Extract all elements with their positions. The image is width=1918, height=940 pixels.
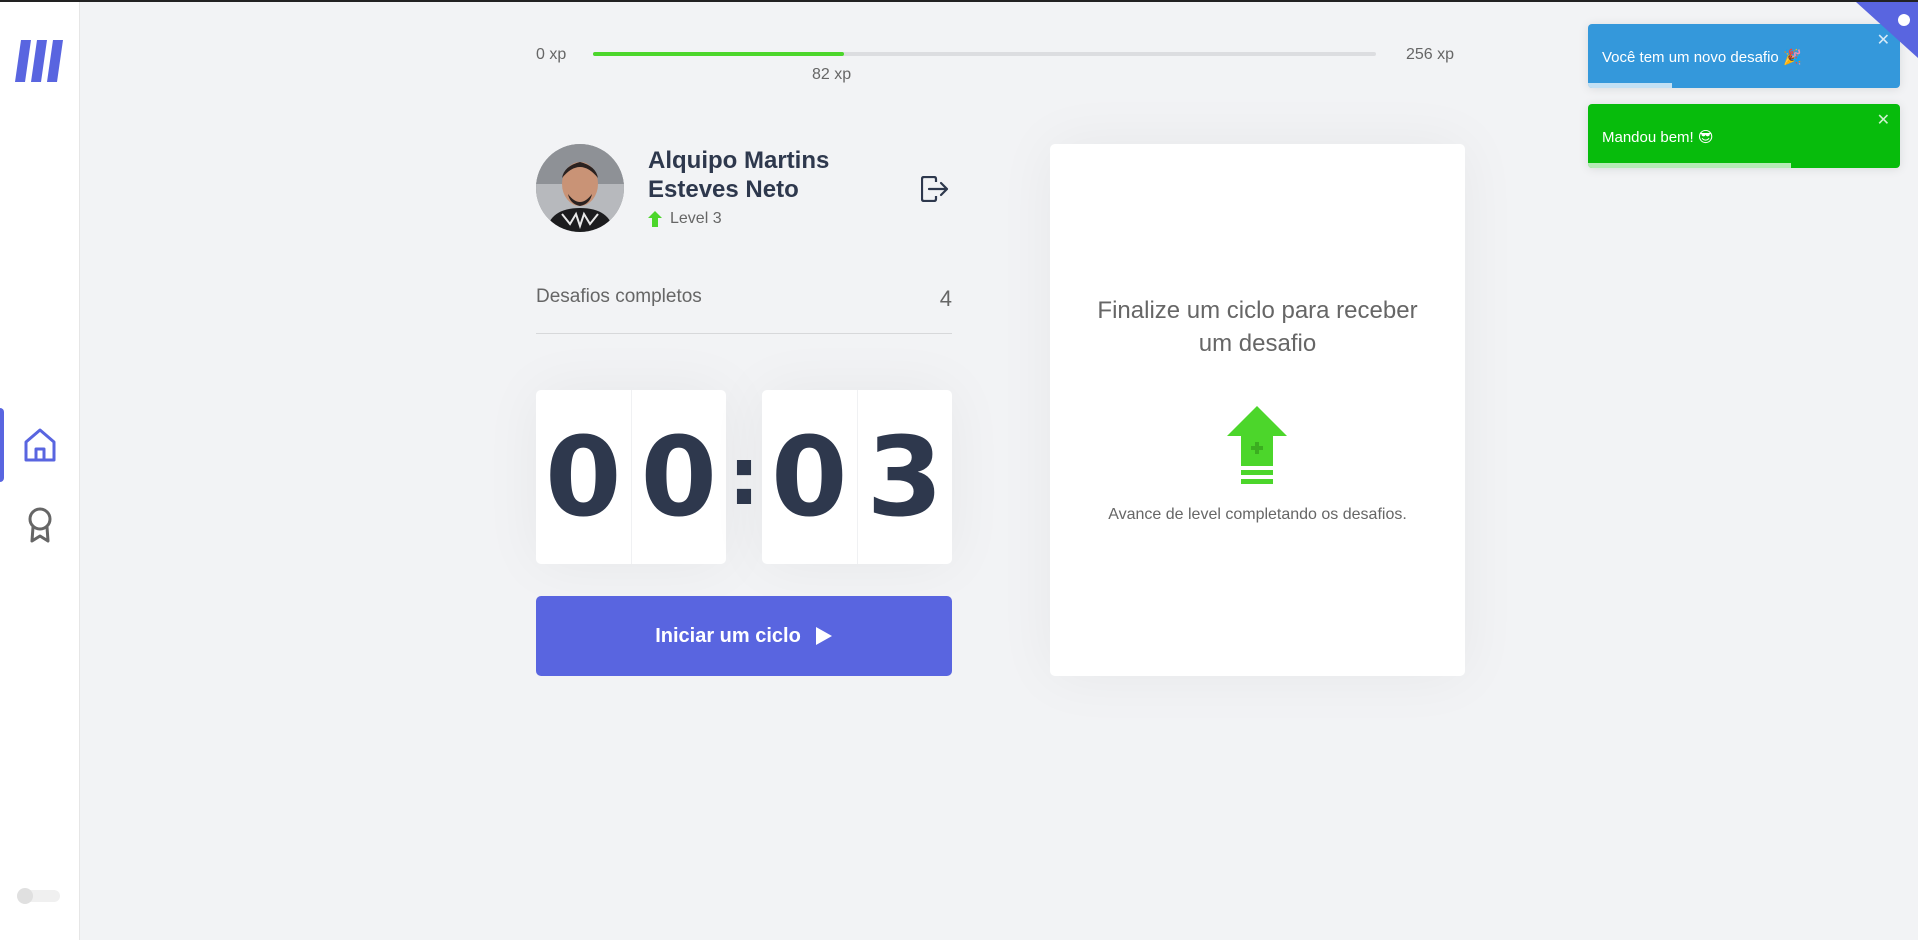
seconds-group: 0 3 — [762, 390, 952, 564]
xp-track — [593, 52, 1376, 56]
second-digit: 0 — [770, 413, 848, 541]
theme-toggle[interactable] — [17, 888, 60, 904]
minute-digit: 0 — [630, 390, 727, 564]
toast-new-challenge[interactable]: Você tem um novo desafio 🎉 ✕ — [1588, 24, 1900, 88]
active-indicator — [0, 408, 4, 482]
sidebar — [0, 2, 80, 940]
completed-count: 4 — [939, 286, 952, 311]
toast-text: Mandou bem! 😎 — [1602, 129, 1714, 146]
challenge-title: Finalize um ciclo para receber um desafi… — [1097, 297, 1418, 357]
nav-award-button[interactable] — [0, 490, 80, 560]
countdown: 0 0 : 0 3 — [536, 390, 952, 564]
corner-ribbon — [1856, 2, 1918, 58]
logo-icon — [15, 40, 63, 82]
experience-bar: 0 xp 82 xp 256 xp — [536, 42, 1454, 92]
toast-text: Você tem um novo desafio 🎉 — [1602, 49, 1802, 66]
profile-name: Alquipo Martins Esteves Neto — [648, 147, 830, 203]
challenge-box: Finalize um ciclo para receber um desafi… — [1050, 144, 1465, 676]
avatar — [536, 144, 624, 232]
logout-icon — [921, 176, 949, 202]
toast-progress — [1588, 163, 1791, 168]
second-digit: 3 — [856, 390, 953, 564]
start-cycle-label: Iniciar um ciclo — [655, 624, 801, 647]
play-icon — [815, 627, 832, 645]
level-up-icon — [1227, 406, 1287, 484]
profile-level: Level 3 — [648, 210, 722, 228]
home-icon — [24, 428, 56, 462]
start-cycle-button[interactable]: Iniciar um ciclo — [536, 596, 952, 676]
nav-home-button[interactable] — [0, 408, 80, 482]
toast-well-done[interactable]: Mandou bem! 😎 ✕ — [1588, 104, 1900, 168]
level-up-icon — [648, 211, 662, 227]
completed-challenges: Desafios completos 4 — [536, 286, 952, 334]
xp-max-label: 256 xp — [1405, 46, 1454, 63]
countdown-separator: : — [728, 430, 760, 523]
level-label: Level 3 — [670, 210, 722, 227]
toggle-knob — [17, 888, 33, 904]
xp-min-label: 0 xp — [536, 46, 567, 63]
xp-fill — [593, 52, 844, 56]
toast-progress — [1588, 83, 1673, 88]
minute-digit: 0 — [544, 413, 622, 541]
logout-button[interactable] — [920, 174, 950, 204]
profile: Alquipo Martins Esteves Neto Level 3 — [536, 144, 952, 234]
challenge-hint: Avance de level completando os desafios. — [1108, 506, 1407, 523]
award-icon — [28, 507, 52, 543]
close-icon[interactable]: ✕ — [1877, 110, 1890, 130]
xp-current-label: 82 xp — [812, 66, 852, 83]
minutes-group: 0 0 — [536, 390, 726, 564]
completed-label: Desafios completos — [536, 286, 702, 307]
avatar-image — [536, 144, 624, 232]
